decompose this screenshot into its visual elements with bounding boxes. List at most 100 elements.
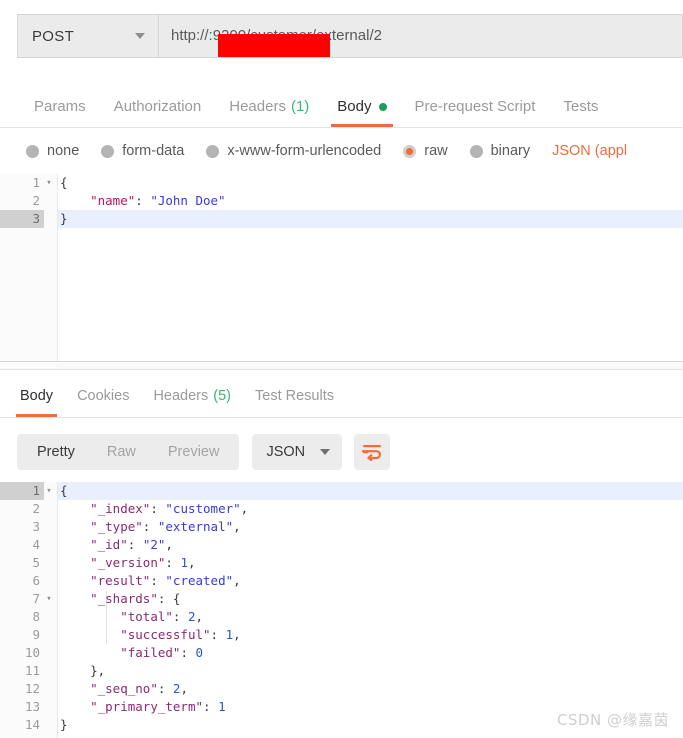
response-tab-headers[interactable]: Headers (5): [141, 374, 243, 417]
response-body-line: 4 "_id": "2",: [0, 536, 683, 554]
gutter-pad: [44, 572, 58, 590]
radio-icon: [469, 144, 483, 158]
tab-tests[interactable]: Tests: [549, 86, 612, 127]
body-type-none-label: none: [47, 143, 80, 159]
response-tab-body[interactable]: Body: [8, 374, 65, 417]
code-token: ,: [233, 519, 241, 534]
response-body-line-number: 6: [32, 573, 40, 588]
response-body-line-number: 12: [24, 681, 40, 696]
request-body-line-number: 2: [32, 193, 40, 208]
response-body-line-text: "_index": "customer",: [58, 500, 683, 518]
response-view-pretty[interactable]: Pretty: [21, 434, 91, 470]
gutter-pad: [44, 500, 58, 518]
code-token: {: [60, 175, 68, 190]
response-view-preview[interactable]: Preview: [152, 434, 236, 470]
response-body-line-number: 11: [24, 663, 40, 678]
response-editor-lines: 1 ▾{2 "_index": "customer", 3 "_type": "ex…: [0, 482, 683, 734]
body-content-type-dropdown[interactable]: JSON (appl: [552, 143, 627, 159]
response-tab-body-label: Body: [20, 387, 54, 404]
response-format-dropdown[interactable]: JSON: [252, 434, 343, 470]
response-body-editor[interactable]: 1 ▾{2 "_index": "customer", 3 "_type": "ex…: [0, 482, 683, 738]
response-view-raw[interactable]: Raw: [91, 434, 152, 470]
body-type-urlencoded[interactable]: x-www-form-urlencoded: [206, 143, 381, 159]
request-body-line-number: 3: [0, 210, 44, 228]
tab-authorization-label: Authorization: [113, 98, 202, 115]
response-body-line-number: 9: [32, 627, 40, 642]
response-tab-headers-count: (5): [213, 387, 231, 404]
code-token: 1: [225, 627, 234, 642]
response-body-line: 8 "total": 2,: [0, 608, 683, 626]
tab-headers-count: (1): [290, 98, 310, 115]
fold-arrow-icon[interactable]: ▾: [44, 590, 54, 608]
response-view-toolbar: Pretty Raw Preview JSON: [0, 426, 683, 478]
code-token: "_shards": [90, 591, 158, 606]
gutter-pad: [44, 680, 58, 698]
http-method-dropdown[interactable]: POST: [17, 14, 158, 58]
response-body-line-text: "_id": "2",: [58, 536, 683, 554]
tab-headers-label: Headers: [229, 98, 286, 115]
tab-pre-request-script[interactable]: Pre-request Script: [401, 86, 550, 127]
panel-divider[interactable]: [0, 362, 683, 370]
gutter-pad: [44, 662, 58, 680]
tab-params[interactable]: Params: [20, 86, 100, 127]
response-body-line-text: "_seq_no": 2,: [58, 680, 683, 698]
response-tab-test-results[interactable]: Test Results: [243, 374, 346, 417]
redaction-overlay: [218, 34, 330, 57]
response-body-line-number: 13: [24, 699, 40, 714]
chevron-down-icon: [320, 449, 331, 455]
code-token: ,: [240, 501, 249, 516]
response-body-line: 2 "_index": "customer",: [0, 500, 683, 518]
tab-authorization[interactable]: Authorization: [100, 86, 216, 127]
word-wrap-toggle-button[interactable]: [354, 434, 391, 470]
response-body-line-text: "result": "created",: [58, 572, 683, 590]
code-token: 1: [180, 555, 188, 570]
fold-arrow-icon[interactable]: ▾: [44, 174, 54, 192]
code-token: :: [172, 609, 188, 624]
tab-headers[interactable]: Headers (1): [215, 86, 323, 127]
request-body-line-text: "name": "John Doe": [58, 192, 683, 210]
response-tab-bar: Body Cookies Headers (5) Test Results: [0, 374, 683, 418]
gutter-pad: [44, 192, 58, 210]
tab-body[interactable]: Body: [323, 86, 400, 127]
tab-tests-label: Tests: [563, 98, 599, 115]
body-type-binary[interactable]: binary: [469, 143, 531, 159]
code-token: "successful": [120, 627, 211, 642]
code-token: "_primary_term": [90, 699, 203, 714]
code-token: "John Doe": [150, 193, 226, 208]
code-token: 2: [187, 609, 196, 624]
code-token: "created": [165, 573, 234, 588]
request-body-editor[interactable]: 1 ▾ {2 "name": "John Doe" 3}: [0, 174, 683, 362]
body-type-binary-label: binary: [490, 143, 531, 159]
response-body-line-text: },: [58, 662, 683, 680]
response-body-line-text: "_type": "external",: [58, 518, 683, 536]
http-method-label: POST: [32, 27, 75, 45]
fold-arrow-icon[interactable]: ▾: [44, 482, 54, 500]
response-body-line: 7 ▾ "_shards": {: [0, 590, 683, 608]
response-view-preview-label: Preview: [167, 444, 220, 460]
request-tab-bar: Params Authorization Headers (1) Body Pr…: [0, 86, 683, 128]
body-type-raw[interactable]: raw: [403, 143, 448, 159]
response-body-line-number: 7 ▾: [0, 590, 51, 608]
body-type-form-data[interactable]: form-data: [101, 143, 184, 159]
code-token: }: [60, 211, 68, 226]
response-body-line: 10 "failed": 0: [0, 644, 683, 662]
response-body-line-text: "_version": 1,: [58, 554, 683, 572]
url-input[interactable]: http://:9200/customer/external/2: [158, 14, 683, 58]
request-body-line-number: 1 ▾: [0, 174, 51, 192]
response-body-line: 12 "_seq_no": 2,: [0, 680, 683, 698]
body-type-none[interactable]: none: [26, 143, 79, 159]
response-body-line-text: "failed": 0: [58, 644, 683, 662]
code-token: "_seq_no": [90, 681, 158, 696]
response-tab-cookies[interactable]: Cookies: [65, 374, 141, 417]
code-token: ,: [233, 627, 241, 642]
code-token: "_id": [90, 537, 128, 552]
code-token: ,: [233, 573, 241, 588]
code-token: 0: [195, 645, 204, 660]
